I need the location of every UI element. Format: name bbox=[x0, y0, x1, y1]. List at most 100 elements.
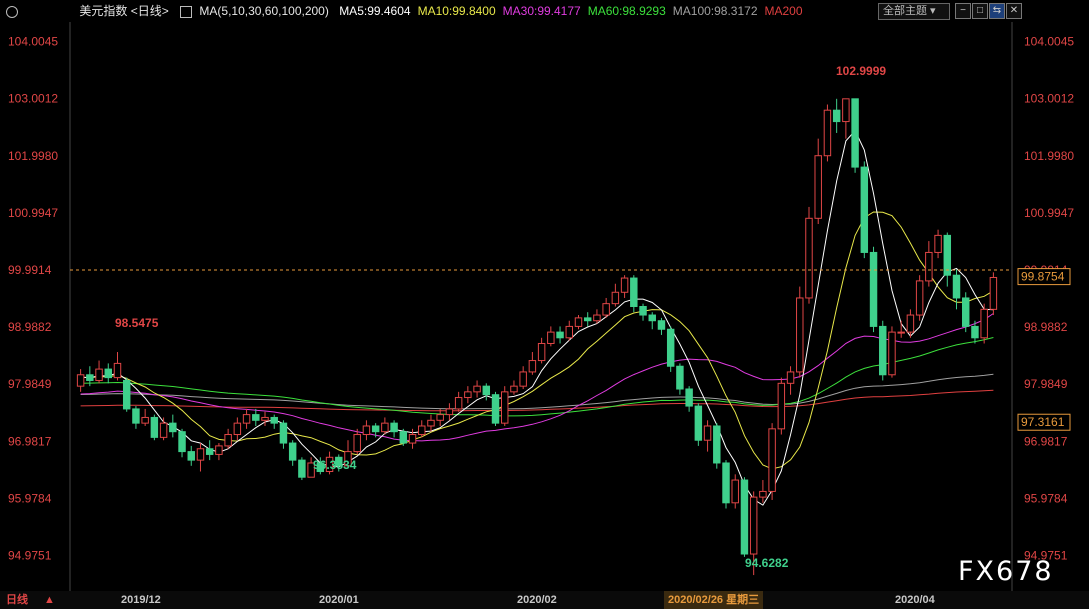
candle-body bbox=[298, 459, 306, 478]
candle-body bbox=[215, 445, 223, 455]
candle-body bbox=[113, 362, 122, 379]
date-label-dec: 2019/12 bbox=[121, 594, 161, 606]
candle-body bbox=[685, 388, 693, 407]
candle-body bbox=[436, 414, 444, 421]
candle-body bbox=[150, 416, 159, 438]
ma-legend-item: MA200 bbox=[764, 4, 803, 18]
candle-body bbox=[593, 314, 601, 322]
y-axis-label-right: 98.9882 bbox=[1024, 320, 1068, 334]
candle-body bbox=[869, 251, 878, 327]
candle-body bbox=[427, 419, 435, 427]
ma-legend-item: MA10:99.8400 bbox=[417, 4, 496, 18]
candle-body bbox=[611, 291, 620, 305]
candle-body bbox=[676, 365, 684, 390]
candle-body bbox=[141, 416, 149, 424]
ma-legend-item: MA5:99.4604 bbox=[339, 4, 411, 18]
crosshair-date: 2020/02/26 星期三 bbox=[664, 591, 764, 609]
y-axis-label-left: 94.9751 bbox=[8, 548, 52, 562]
candle-body bbox=[943, 234, 952, 276]
candle-body bbox=[879, 325, 887, 376]
y-axis-label-left: 99.9914 bbox=[8, 263, 52, 277]
candle-body bbox=[897, 331, 905, 334]
price-annotation: 98.5475 bbox=[115, 316, 159, 330]
y-axis-label-right: 97.9849 bbox=[1024, 377, 1068, 391]
candle-body bbox=[233, 422, 242, 436]
minimize-icon[interactable]: − bbox=[955, 3, 971, 19]
y-axis-label-right: 104.0045 bbox=[1024, 35, 1074, 49]
y-axis-label-right: 100.9947 bbox=[1024, 206, 1074, 220]
candle-body bbox=[989, 276, 998, 310]
ma60-line bbox=[80, 337, 994, 417]
candle-body bbox=[777, 382, 786, 430]
candle-body bbox=[242, 414, 251, 424]
candle-body bbox=[169, 422, 177, 433]
theme-select[interactable]: 全部主题 ▾ bbox=[878, 3, 950, 20]
date-label-jan: 2020/01 bbox=[319, 594, 359, 606]
candle-body bbox=[95, 368, 103, 381]
candle-body bbox=[408, 434, 417, 444]
candle-body bbox=[132, 408, 140, 424]
candle-body bbox=[888, 331, 896, 376]
ma-settings-icon[interactable] bbox=[180, 5, 193, 18]
ma-params[interactable]: MA(5,10,30,60,100,200) bbox=[199, 0, 328, 22]
y-axis-label-left: 101.9980 bbox=[8, 149, 58, 163]
candle-body bbox=[630, 277, 638, 307]
candle-body bbox=[565, 325, 573, 339]
candle-body bbox=[399, 431, 408, 444]
candle-body bbox=[76, 374, 85, 387]
ma-legend-item: MA60:98.9293 bbox=[587, 4, 666, 18]
candle-body bbox=[224, 434, 232, 447]
candle-body bbox=[556, 331, 564, 339]
candle-body bbox=[915, 280, 924, 316]
swap-icon[interactable]: ⇆ bbox=[989, 3, 1005, 19]
instrument-title[interactable]: 美元指数 bbox=[79, 0, 127, 22]
candle-body bbox=[362, 425, 371, 436]
candle-body bbox=[703, 425, 712, 441]
candle-body bbox=[482, 385, 491, 396]
ma30-line bbox=[80, 313, 994, 442]
candle-body bbox=[906, 314, 915, 333]
period-toggle[interactable]: 日线 bbox=[6, 591, 28, 609]
candle-body bbox=[934, 234, 942, 253]
candle-body bbox=[205, 448, 214, 455]
candle-body bbox=[178, 431, 186, 453]
close-icon[interactable]: ✕ bbox=[1006, 3, 1022, 19]
candle-body bbox=[473, 385, 481, 393]
candle-body bbox=[390, 422, 398, 433]
period-toggle-arrow-icon[interactable]: ▲ bbox=[44, 591, 55, 609]
candle-body bbox=[418, 425, 426, 436]
candle-body bbox=[371, 425, 380, 433]
candle-body bbox=[786, 371, 795, 384]
candle-body bbox=[796, 297, 804, 373]
period-label[interactable]: <日线> bbox=[131, 0, 169, 22]
candle-body bbox=[814, 155, 822, 219]
candle-body bbox=[583, 317, 592, 322]
candle-body bbox=[740, 479, 749, 555]
candle-body bbox=[279, 422, 288, 444]
y-axis-label-right: 96.9817 bbox=[1024, 434, 1068, 448]
candle-body bbox=[768, 428, 776, 492]
candle-body bbox=[353, 434, 361, 453]
watermark: FX678 bbox=[958, 556, 1054, 587]
candle-body bbox=[537, 342, 546, 362]
candle-body bbox=[104, 368, 112, 379]
candle-body bbox=[805, 217, 813, 299]
candle-body bbox=[122, 379, 131, 410]
candle-body bbox=[261, 416, 269, 421]
candle-body bbox=[832, 109, 841, 123]
candle-body bbox=[639, 306, 647, 316]
candle-body bbox=[657, 320, 666, 330]
candle-body bbox=[519, 371, 527, 387]
price-annotation: 94.6282 bbox=[745, 556, 789, 570]
y-axis-label-left: 104.0045 bbox=[8, 35, 58, 49]
candle-body bbox=[694, 405, 703, 441]
candle-body bbox=[952, 274, 961, 299]
price-annotation: 96.3534 bbox=[313, 458, 357, 472]
candle-body bbox=[851, 98, 859, 168]
candle-body bbox=[528, 360, 537, 373]
restore-icon[interactable]: □ bbox=[972, 3, 988, 19]
app-logo-icon bbox=[6, 5, 18, 18]
candle-body bbox=[491, 394, 500, 424]
ma10-line bbox=[80, 211, 994, 470]
candlestick-chart[interactable]: 104.0045 104.0045 103.0012 103.0012 101.9980… bbox=[0, 22, 1089, 591]
